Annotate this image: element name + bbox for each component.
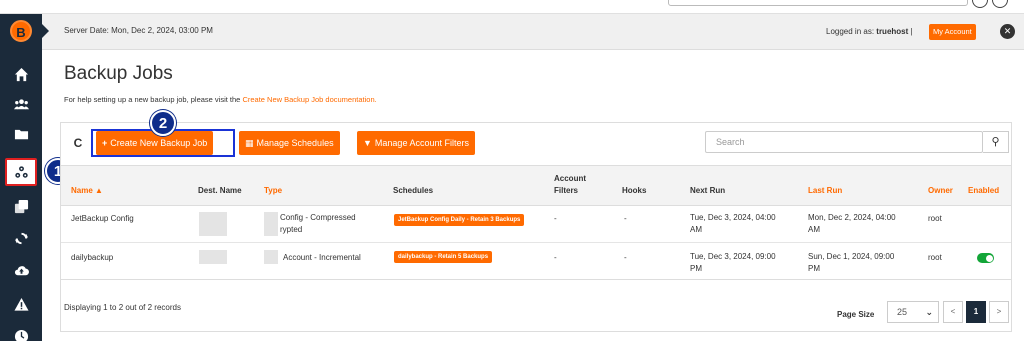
schedule-tag: dailybackup - Retain 5 Backups [394,251,493,263]
last-run-line1: Mon, Dec 2, 2024, 04:00 [808,213,896,222]
column-header-owner[interactable]: Owner [928,186,953,196]
type-redacted [264,250,278,264]
next-run-line1: Tue, Dec 3, 2024, 04:00 [690,213,776,222]
folder-icon[interactable] [11,124,31,144]
refresh-icon[interactable]: C [69,132,87,154]
page-size-label: Page Size [837,310,875,319]
hooks: - [624,214,627,223]
home-icon[interactable] [11,64,31,84]
column-header-dest: Dest. Name [198,186,242,195]
job-type-line2: rypted [280,225,303,234]
help-doc-link[interactable]: Create New Backup Job documentation. [242,95,376,104]
hooks: - [624,253,627,262]
filter-icon: ▼ [363,138,372,148]
app-logo[interactable]: B [10,20,32,42]
my-account-button[interactable]: My Account [929,24,976,40]
dest-name-redacted [199,212,227,236]
job-type-line1: Config - Compressed [280,213,356,222]
server-date: Server Date: Mon, Dec 2, 2024, 03:00 PM [64,26,213,35]
help-circle-icon[interactable] [972,0,988,8]
account-filters: - [554,253,557,262]
table-row[interactable]: JetBackup Config Config - Compressed ryp… [61,206,1011,243]
manage-schedules-button[interactable]: ▦ Manage Schedules [239,131,340,155]
column-header-next-run: Next Run [690,186,726,195]
calendar-icon: ▦ [245,138,254,148]
cloud-upload-icon[interactable] [11,260,31,280]
page-size-select[interactable]: 25 ⌄ [887,301,939,323]
chevron-down-icon: ⌄ [925,307,933,317]
logged-in-prefix: Logged in as: [826,27,875,36]
manage-account-filters-button[interactable]: ▼ Manage Account Filters [357,131,475,155]
column-header-enabled[interactable]: Enabled [968,186,999,196]
type-redacted [264,212,278,236]
job-type-line1: Account - Incremental [283,253,361,262]
warning-icon[interactable] [11,294,31,314]
job-name[interactable]: JetBackup Config [71,213,134,224]
account-filters: - [554,214,557,223]
logged-in-separator: | [910,27,913,36]
page-title: Backup Jobs [64,63,173,84]
schedule-tag: JetBackup Config Daily - Retain 3 Backup… [394,214,525,226]
manage-account-filters-label: Manage Account Filters [374,138,469,148]
last-run-line2: AM [808,225,820,234]
logged-in-username: truehost [876,27,909,36]
table-row[interactable]: dailybackup Account - Incremental dailyb… [61,243,1011,280]
backup-jobs-icon[interactable] [5,158,37,186]
next-run-line2: AM [690,225,702,234]
top-header: Server Date: Mon, Dec 2, 2024, 03:00 PM … [42,14,1024,50]
current-page-button[interactable]: 1 [966,301,986,323]
search-input[interactable]: Search [705,131,983,153]
last-run-line2: PM [808,264,820,273]
owner: root [928,214,942,223]
browser-search-field[interactable] [668,0,968,6]
table-header: Name ▲ Dest. Name Type Schedules Account… [61,165,1011,206]
users-icon[interactable] [11,94,31,114]
sidebar-collapse-arrow-icon[interactable] [42,24,49,38]
dest-name-redacted [199,250,227,264]
sync-icon[interactable] [11,228,31,248]
records-count: Displaying 1 to 2 out of 2 records [64,303,181,312]
search-icon[interactable]: ⚲ [983,131,1009,153]
last-run-line1: Sun, Dec 1, 2024, 09:00 [808,252,895,261]
next-run-line1: Tue, Dec 3, 2024, 09:00 [690,252,776,261]
next-run-line2: PM [690,264,702,273]
column-header-name[interactable]: Name ▲ [71,186,103,196]
column-header-schedules: Schedules [393,186,434,195]
clock-icon[interactable] [11,326,31,346]
user-circle-icon[interactable] [992,0,1008,8]
enabled-toggle[interactable] [977,253,994,263]
next-page-button[interactable]: > [989,301,1009,323]
column-name-label: Name [71,186,93,195]
owner: root [928,253,942,262]
job-name[interactable]: dailybackup [71,252,113,263]
help-text: For help setting up a new backup job, pl… [64,95,377,104]
clone-icon[interactable] [11,196,31,216]
column-header-type[interactable]: Type [264,186,282,196]
column-header-filters-line2: Filters [554,186,579,195]
annotation-badge-2: 2 [150,110,176,136]
column-header-hooks: Hooks [622,186,647,195]
logged-in-info: Logged in as: truehost | [826,27,913,36]
help-text-prefix: For help setting up a new backup job, pl… [64,95,241,104]
manage-schedules-label: Manage Schedules [256,138,334,148]
prev-page-button[interactable]: < [943,301,963,323]
column-header-filters-line1: Account [554,174,586,183]
page-size-value: 25 [897,307,908,317]
browser-top-strip [0,0,1024,14]
column-header-last-run[interactable]: Last Run [808,186,842,196]
sidebar: B [0,14,42,343]
sort-asc-icon: ▲ [95,186,103,195]
close-icon[interactable]: ✕ [1000,24,1015,39]
